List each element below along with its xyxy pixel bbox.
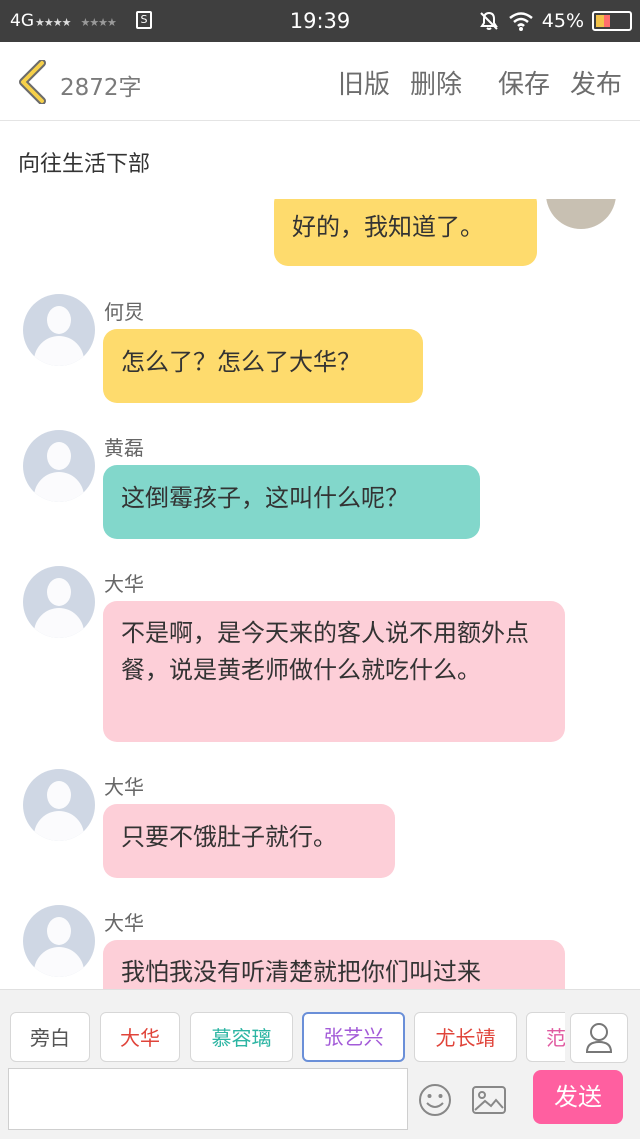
story-title: 向往生活下部	[18, 152, 151, 177]
status-right: 45%	[478, 9, 632, 33]
user-icon	[585, 1023, 613, 1053]
avatar	[23, 566, 95, 638]
battery-level	[596, 15, 604, 27]
character-chip[interactable]: 旁白	[10, 1012, 90, 1062]
speaker-name: 黄磊	[104, 436, 144, 460]
user-button[interactable]	[570, 1013, 628, 1063]
send-button[interactable]: 发送	[533, 1070, 623, 1124]
editor-toolbar: 2872字 旧版 删除 保存 发布	[0, 42, 640, 121]
message-bubble: 不是啊，是今天来的客人说不用额外点餐，说是黄老师做什么就吃什么。	[103, 601, 565, 742]
word-count: 2872字	[60, 75, 142, 101]
speaker-name: 大华	[104, 775, 144, 799]
bell-off-icon	[479, 11, 498, 30]
wifi-icon	[508, 12, 533, 31]
avatar	[23, 430, 95, 502]
message-bubble: 只要不饿肚子就行。	[103, 804, 395, 878]
message-bubble: 这倒霉孩子，这叫什么呢？	[103, 465, 480, 539]
character-chip[interactable]: 慕容璃	[190, 1012, 293, 1062]
character-chip-selected[interactable]: 张艺兴	[302, 1012, 405, 1062]
story-title-bar[interactable]: 向往生活下部	[0, 121, 640, 200]
publish-button[interactable]: 发布	[570, 64, 622, 101]
battery-level-low	[604, 15, 610, 27]
avatar	[23, 769, 95, 841]
compose-panel: 旁白 大华 慕容璃 张艺兴 尤长靖 范 发送	[0, 989, 640, 1139]
character-chip[interactable]: 尤长靖	[414, 1012, 517, 1062]
toolbar-actions: 旧版 删除 保存 发布	[318, 64, 622, 101]
chat-list[interactable]: 好的，我知道了。 何炅 怎么了？怎么了大华？ 黄磊 这倒霉孩子，这叫什么呢？ 大…	[0, 199, 640, 989]
character-selector: 旁白 大华 慕容璃 张艺兴 尤长靖 范	[10, 1012, 565, 1064]
message-input[interactable]	[8, 1068, 408, 1130]
character-chip[interactable]: 范	[526, 1012, 565, 1062]
image-icon[interactable]	[471, 1084, 507, 1116]
avatar	[23, 905, 95, 977]
battery-icon	[592, 11, 632, 31]
message-bubble: 好的，我知道了。	[274, 199, 537, 266]
speaker-name: 大华	[104, 911, 144, 935]
delete-button[interactable]: 删除	[410, 64, 462, 101]
smiley-icon[interactable]	[417, 1082, 453, 1118]
old-version-button[interactable]: 旧版	[338, 64, 390, 101]
message-bubble: 怎么了？怎么了大华？	[103, 329, 423, 403]
character-chip[interactable]: 大华	[100, 1012, 180, 1062]
message-bubble: 我怕我没有听清楚就把你们叫过来	[103, 940, 565, 989]
speaker-name: 何炅	[104, 300, 144, 324]
status-bar: 4G★★★★ ★★★★ S 19:39 45%	[0, 0, 640, 42]
battery-percent: 45%	[541, 10, 584, 32]
avatar	[546, 199, 616, 229]
chevron-left-icon[interactable]	[16, 60, 48, 104]
save-button[interactable]: 保存	[498, 64, 550, 101]
avatar	[23, 294, 95, 366]
speaker-name: 大华	[104, 572, 144, 596]
